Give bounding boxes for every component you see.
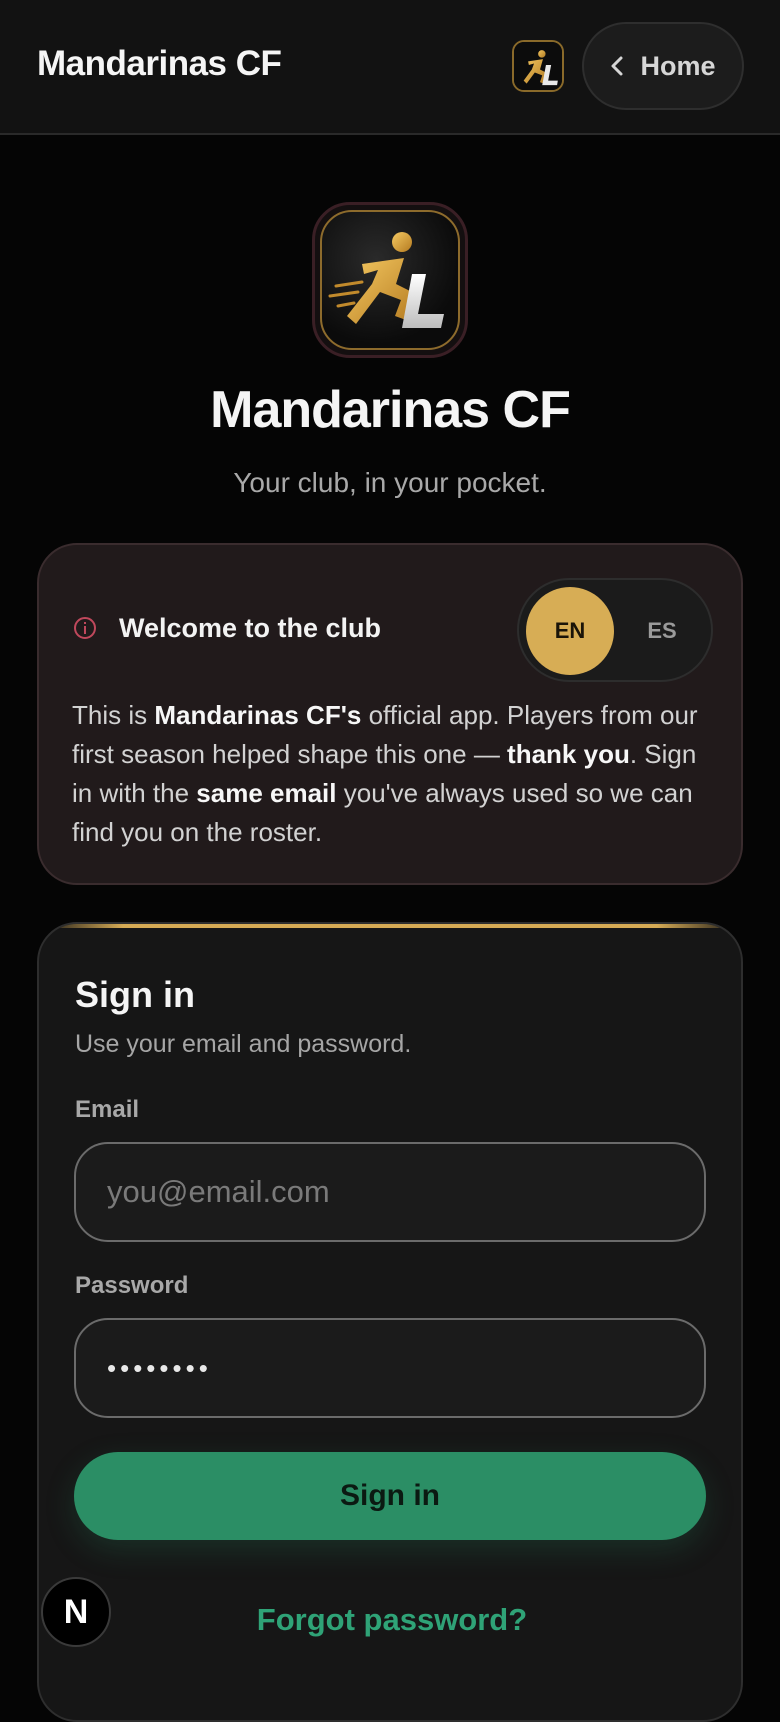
language-es-button[interactable]: ES [618,587,706,675]
chevron-left-icon [611,56,623,76]
signin-title: Sign in [75,974,195,1015]
password-field[interactable] [74,1318,706,1418]
welcome-text-bold: Mandarinas CF's [154,700,362,730]
club-logo-icon [320,210,460,350]
club-logo [312,202,468,358]
email-field[interactable] [74,1142,706,1242]
home-button[interactable]: Home [582,22,744,110]
welcome-text: This is [72,700,155,730]
top-bar: Mandarinas CF Home [0,0,780,135]
app-title: Mandarinas CF [37,44,282,83]
password-label: Password [75,1272,189,1299]
language-en-button[interactable]: EN [526,587,614,675]
welcome-card: Welcome to the club EN ES This is Mandar… [37,543,743,885]
welcome-text-bold: same email [196,778,337,808]
signin-button[interactable]: Sign in [74,1452,706,1540]
welcome-message: This is Mandarinas CF's official app. Pl… [72,696,722,852]
signin-subtitle: Use your email and password. [75,1030,412,1058]
card-accent-line [39,924,741,928]
club-logo-icon [512,40,564,92]
dev-tools-badge[interactable]: N [41,1577,111,1647]
info-icon [74,617,96,639]
signin-card: Sign in Use your email and password. Ema… [37,922,743,1722]
forgot-password-link[interactable]: Forgot password? [39,1602,741,1638]
hero-title: Mandarinas CF [210,381,571,439]
hero-tagline: Your club, in your pocket. [233,467,547,498]
welcome-text-bold: thank you [507,739,630,769]
home-button-label: Home [640,50,716,81]
language-toggle: EN ES [517,578,713,682]
email-label: Email [75,1096,140,1123]
welcome-title: Welcome to the club [119,613,382,643]
